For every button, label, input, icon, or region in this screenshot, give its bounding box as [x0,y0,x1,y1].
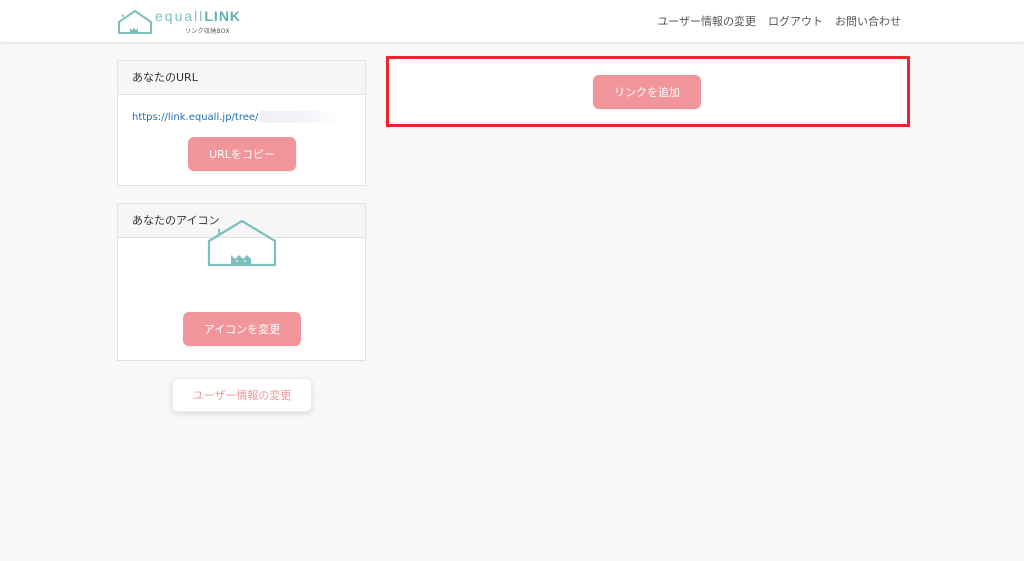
change-user-info-button[interactable]: ユーザー情報の変更 [172,378,312,412]
copy-url-button[interactable]: URLをコピー [188,137,296,171]
url-card-title: あなたのURL [118,61,365,95]
url-masked-segment [260,111,341,123]
add-link-panel: リンクを追加 [386,56,910,127]
nav-change-user-info[interactable]: ユーザー情報の変更 [657,13,756,29]
profile-url-link[interactable]: https://link.equall.jp/tree/ [132,112,258,123]
logo-text: equallLINK [155,8,241,24]
change-icon-button[interactable]: アイコンを変更 [183,312,301,346]
logo-name-light: equall [155,8,205,24]
header-nav: ユーザー情報の変更 ログアウト お問い合わせ [657,13,901,29]
url-row: https://link.equall.jp/tree/ [132,111,341,123]
logo-name-strong: LINK [204,8,242,24]
site-header: equallLINK リンク収納BOX ユーザー情報の変更 ログアウト お問い合… [0,0,1024,42]
nav-contact[interactable]: お問い合わせ [835,13,901,29]
url-card: あなたのURL https://link.equall.jp/tree/ URL… [117,60,366,186]
icon-card: あなたのアイコン アイコンを変更 [117,203,366,361]
house-logo-icon [118,10,152,34]
nav-logout[interactable]: ログアウト [768,13,823,29]
logo[interactable]: equallLINK リンク収納BOX [117,6,277,36]
add-link-button[interactable]: リンクを追加 [593,75,701,109]
house-cat-icon [207,219,277,267]
logo-subtitle: リンク収納BOX [185,28,230,35]
